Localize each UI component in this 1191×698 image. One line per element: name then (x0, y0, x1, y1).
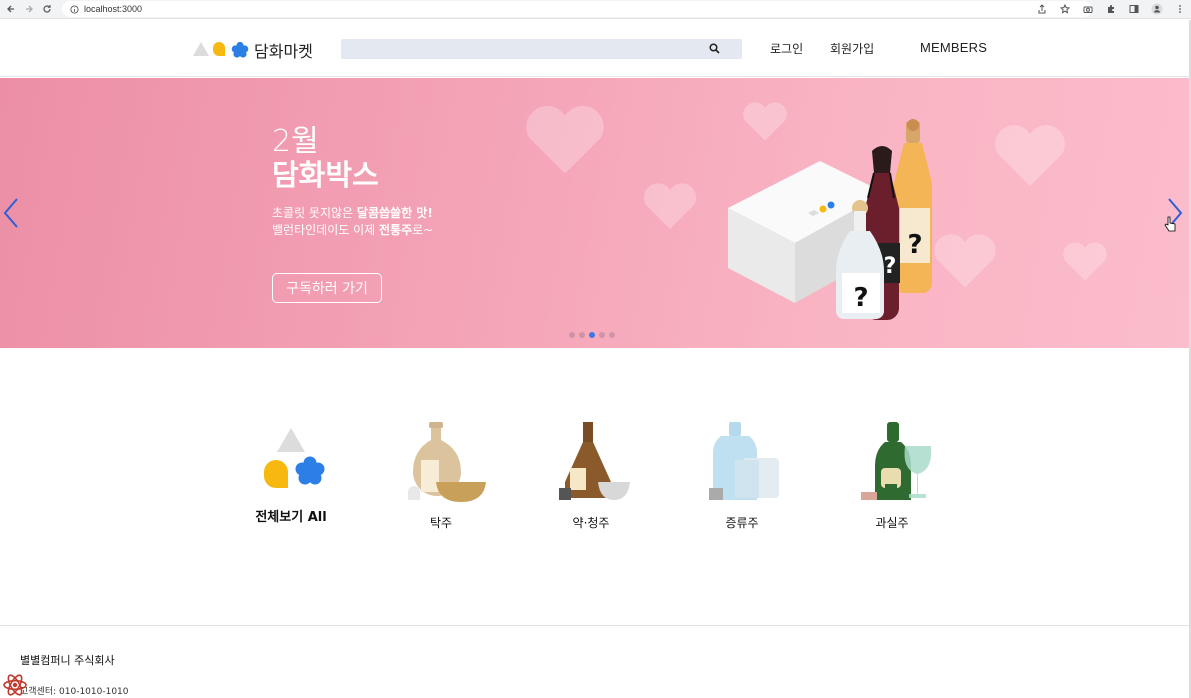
slide-indicator (569, 332, 615, 338)
heart-decoration-icon (1063, 242, 1107, 281)
slide-dot[interactable] (569, 332, 575, 338)
yakju-icon (559, 422, 630, 500)
search-icon[interactable] (709, 43, 720, 54)
category-label: 전체보기 All (255, 510, 327, 525)
banner-description: 초콜릿 못지않은 달콤씁쓸한 맛! 밸런타인데이도 이제 전통주로~ (272, 206, 434, 237)
logo-text: 담화마켓 (254, 42, 313, 61)
star-icon[interactable] (1058, 2, 1072, 16)
slide-dot[interactable] (599, 332, 605, 338)
share-icon[interactable] (1035, 2, 1049, 16)
logo[interactable]: 담화마켓 (192, 38, 313, 62)
reload-icon[interactable] (40, 2, 54, 16)
customer-center: 고객센터: 010-1010-1010 (20, 687, 129, 697)
category-label: 증류주 (725, 516, 759, 530)
heart-decoration-icon (643, 183, 697, 229)
profile-icon[interactable] (1150, 2, 1164, 16)
url-text: localhost:3000 (84, 4, 143, 14)
category-all[interactable]: 전체보기 All (241, 420, 341, 525)
svg-text:?: ? (907, 230, 922, 260)
footer-divider (0, 625, 1189, 626)
category-label: 약·청주 (572, 516, 610, 530)
category-soju[interactable]: 증류주 (692, 420, 792, 531)
sidepanel-icon[interactable] (1127, 2, 1141, 16)
info-icon[interactable] (70, 4, 79, 14)
address-bar[interactable]: localhost:3000 (62, 1, 1092, 17)
extensions-icon[interactable] (1104, 2, 1118, 16)
heart-decoration-icon (995, 125, 1065, 186)
forward-icon[interactable] (22, 2, 36, 16)
shapes-icon (264, 428, 325, 488)
soju-icon (709, 422, 779, 500)
back-icon[interactable] (4, 2, 18, 16)
banner-title: 담화박스 (272, 158, 379, 192)
wine-icon (861, 422, 932, 500)
promo-banner: 2월 담화박스 초콜릿 못지않은 달콤씁쓸한 맛! 밸런타인데이도 이제 전통주… (0, 78, 1189, 348)
gift-box-illustration: ? ? ? (728, 119, 932, 320)
category-takju[interactable]: 탁주 (391, 420, 491, 531)
slide-dot-active[interactable] (589, 332, 595, 338)
cursor-icon (1164, 216, 1176, 232)
members-link[interactable]: MEMBERS (920, 40, 987, 55)
prev-slide-icon[interactable] (2, 197, 20, 229)
category-fruit-wine[interactable]: 과실주 (842, 420, 942, 531)
signup-link[interactable]: 회원가입 (830, 40, 874, 57)
subscribe-button[interactable]: 구독하러 가기 (272, 273, 382, 303)
slide-dot[interactable] (579, 332, 585, 338)
browser-toolbar: localhost:3000 (0, 0, 1191, 19)
category-yakju[interactable]: 약·청주 (541, 420, 641, 531)
category-label: 탁주 (429, 516, 453, 530)
slide-dot[interactable] (609, 332, 615, 338)
search-input[interactable] (341, 39, 742, 59)
menu-icon[interactable] (1173, 2, 1187, 16)
camera-icon[interactable] (1081, 2, 1095, 16)
company-name: 별별컴퍼니 주식회사 (20, 654, 115, 667)
svg-text:?: ? (853, 283, 868, 313)
react-devtools-icon[interactable] (2, 672, 28, 698)
makgeolli-icon (408, 422, 486, 502)
site-header: 담화마켓 로그인 회원가입 MEMBERS (0, 20, 1191, 77)
login-link[interactable]: 로그인 (770, 40, 803, 57)
heart-decoration-icon (526, 105, 604, 174)
category-label: 과실주 (875, 516, 909, 530)
svg-text:?: ? (884, 254, 897, 279)
logo-shapes-icon (193, 41, 249, 58)
